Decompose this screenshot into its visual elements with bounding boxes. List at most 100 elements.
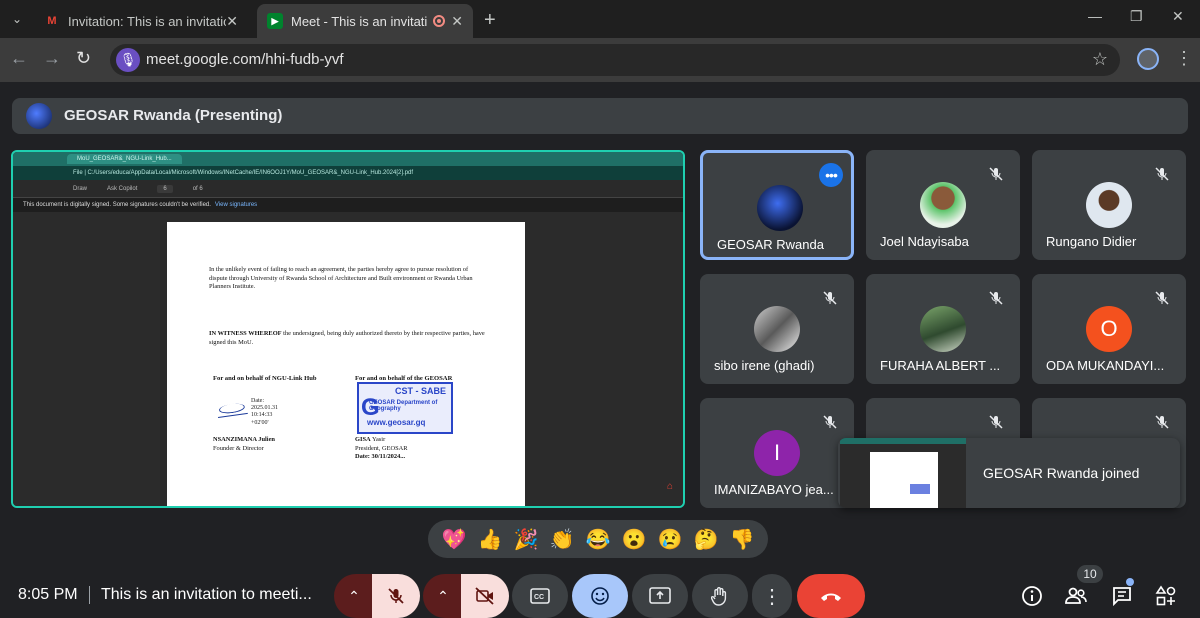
tab-title: Invitation: This is an invitation to xyxy=(68,13,226,29)
hand-icon xyxy=(711,587,727,606)
people-icon[interactable] xyxy=(1062,582,1090,610)
clapping-reaction[interactable]: 👏 xyxy=(550,527,575,552)
signature-notice: This document is digitally signed. Some … xyxy=(13,198,683,212)
tab-title: Meet - This is an invitation to xyxy=(291,13,428,29)
participant-tile[interactable]: FURAHA ALBERT ... xyxy=(866,274,1020,384)
mic-off-icon xyxy=(1152,164,1172,184)
participant-name: sibo irene (ghadi) xyxy=(714,358,815,373)
bookmark-star-icon[interactable]: ☆ xyxy=(1092,49,1108,70)
smiley-icon xyxy=(591,587,609,605)
left-role: Founder & Director xyxy=(213,444,264,452)
present-button[interactable] xyxy=(632,574,688,618)
mic-off-icon xyxy=(986,164,1006,184)
restore-icon[interactable]: ❐ xyxy=(1130,8,1143,25)
stamp-line: GEOSAR Department of Geography xyxy=(369,400,438,412)
right-role: President, GEOSAR xyxy=(355,444,408,452)
pdf-page-total: of 6 xyxy=(192,185,203,192)
video-options-button[interactable]: ⌃ xyxy=(423,574,463,618)
pdf-toolbar: Draw Ask Copilot 6 of 6 xyxy=(13,180,683,198)
activities-icon[interactable] xyxy=(1152,582,1180,610)
participant-tile[interactable]: O ODA MUKANDAYI... xyxy=(1032,274,1186,384)
mic-off-icon xyxy=(820,288,840,308)
presenting-label: GEOSAR Rwanda (Presenting) xyxy=(64,107,283,124)
mic-off-button[interactable] xyxy=(372,574,420,618)
thumbs-up-reaction[interactable]: 👍 xyxy=(478,527,503,552)
sparkling-heart-reaction[interactable]: 💖 xyxy=(442,527,467,552)
tab-gmail[interactable]: M Invitation: This is an invitation to ✕ xyxy=(34,4,248,38)
browser-toolbar: ← → ↻ 🎙 meet.google.com/hhi-fudb-yvf ☆ ⋮ xyxy=(0,38,1200,82)
shared-screen[interactable]: MoU_GEOSAR&_NGU-Link_Hub... File | C:/Us… xyxy=(11,150,685,508)
doc-paragraph: In the unlikely event of failing to reac… xyxy=(209,266,473,290)
pdf-page-number: 6 xyxy=(157,184,173,193)
joy-reaction[interactable]: 😂 xyxy=(586,527,611,552)
avatar xyxy=(920,306,966,352)
recording-icon xyxy=(433,15,446,27)
leave-call-button[interactable] xyxy=(797,574,865,618)
close-tab-icon[interactable]: ✕ xyxy=(451,13,463,30)
captions-button[interactable]: CC xyxy=(512,574,568,618)
thumbs-down-reaction[interactable]: 👎 xyxy=(730,527,755,552)
gmail-icon: M xyxy=(47,15,57,27)
microphone-icon[interactable]: 🎙 xyxy=(116,48,140,72)
mic-off-icon xyxy=(820,412,840,432)
tab-meet[interactable]: ▶ Meet - This is an invitation to ✕ xyxy=(257,4,473,38)
meeting-details-icon[interactable] xyxy=(1018,582,1046,610)
chat-icon[interactable] xyxy=(1108,582,1136,610)
participant-name: ODA MUKANDAYI... xyxy=(1046,358,1165,373)
doc-bold: IN WITNESS WHEREOF xyxy=(209,330,282,337)
digital-signature-date: Date: 2025.01.31 10:14:33 +02'00' xyxy=(251,398,278,427)
participant-name: GEOSAR Rwanda xyxy=(717,237,824,252)
join-notification: GEOSAR Rwanda joined xyxy=(838,438,1180,508)
browser-tab-bar: ⌄ M Invitation: This is an invitation to… xyxy=(0,0,1200,38)
emoji-reactions-button[interactable] xyxy=(572,574,628,618)
signature-notice-text: This document is digitally signed. Some … xyxy=(23,202,211,208)
participant-tile[interactable]: Rungano Didier xyxy=(1032,150,1186,260)
participant-tile[interactable]: Joel Ndayisaba xyxy=(866,150,1020,260)
date-line: 2025.01.31 xyxy=(251,405,278,412)
acrobat-icon[interactable]: ⌂ xyxy=(667,481,673,492)
close-tab-icon[interactable]: ✕ xyxy=(226,13,238,30)
people-count-badge: 10 xyxy=(1077,565,1103,583)
date-line: 10:14:33 xyxy=(251,412,273,419)
participant-tile[interactable]: ••• GEOSAR Rwanda xyxy=(700,150,854,260)
right-signatory: GISA Yasir President, GEOSAR Date: 30/11… xyxy=(355,436,408,462)
avatar xyxy=(1086,182,1132,228)
surprised-reaction[interactable]: 😮 xyxy=(622,527,647,552)
new-tab-button[interactable]: + xyxy=(484,9,496,32)
raise-hand-button[interactable] xyxy=(692,574,748,618)
avatar xyxy=(757,185,803,231)
chat-unread-dot xyxy=(1126,578,1134,586)
tab-search-icon[interactable]: ⌄ xyxy=(6,8,28,30)
more-options-button[interactable]: ⋮ xyxy=(752,574,792,618)
more-vert-icon: ⋮ xyxy=(762,585,782,608)
shared-address: File | C:/Users/educa/AppData/Local/Micr… xyxy=(13,166,683,180)
avatar xyxy=(754,306,800,352)
presentation-thumbnail xyxy=(840,438,966,508)
more-options-icon[interactable]: ••• xyxy=(819,163,843,187)
party-popper-reaction[interactable]: 🎉 xyxy=(514,527,539,552)
stamp-line: CST - SABE xyxy=(395,386,447,396)
audio-options-button[interactable]: ⌃ xyxy=(334,574,374,618)
reload-icon[interactable]: ↻ xyxy=(76,48,91,69)
thinking-reaction[interactable]: 🤔 xyxy=(694,527,719,552)
close-window-icon[interactable]: ✕ xyxy=(1172,8,1184,25)
left-name: NSANZIMANA Julien xyxy=(213,436,275,443)
minimize-icon[interactable]: — xyxy=(1088,8,1102,24)
left-signatory-heading: For and on behalf of NGU-Link Hub xyxy=(213,375,317,382)
forward-icon[interactable]: → xyxy=(43,48,61,69)
menu-icon[interactable]: ⋮ xyxy=(1175,48,1193,69)
notification-text: GEOSAR Rwanda joined xyxy=(983,465,1140,481)
camera-off-button[interactable] xyxy=(461,574,509,618)
participant-name: Rungano Didier xyxy=(1046,234,1137,249)
date-line: +02'00' xyxy=(251,419,269,426)
participant-tile[interactable]: I IMANIZABAYO jea... xyxy=(700,398,854,508)
profile-avatar[interactable] xyxy=(1137,48,1159,70)
participant-tile[interactable]: sibo irene (ghadi) xyxy=(700,274,854,384)
left-signatory: NSANZIMANA Julien Founder & Director xyxy=(213,436,275,453)
pdf-ask-copilot: Ask Copilot xyxy=(107,185,138,192)
mic-off-icon xyxy=(986,288,1006,308)
mic-off-icon xyxy=(1152,288,1172,308)
crying-reaction[interactable]: 😢 xyxy=(658,527,683,552)
address-bar[interactable]: 🎙 meet.google.com/hhi-fudb-yvf ☆ xyxy=(110,44,1120,76)
back-icon[interactable]: ← xyxy=(10,48,28,69)
